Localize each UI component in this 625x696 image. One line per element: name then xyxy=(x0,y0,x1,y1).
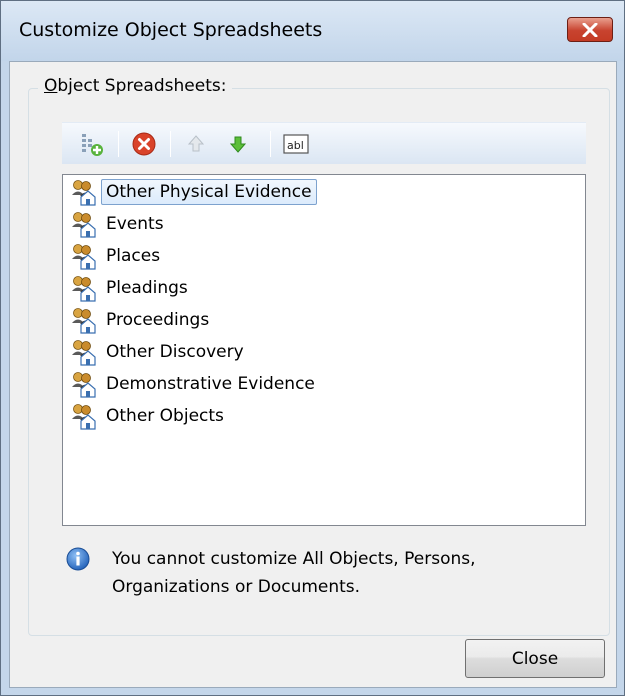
object-group-icon xyxy=(69,370,97,398)
delete-button[interactable] xyxy=(128,129,160,159)
add-spreadsheet-button[interactable] xyxy=(76,129,108,159)
object-group-icon xyxy=(69,402,97,430)
object-group-icon xyxy=(69,306,97,334)
list-item[interactable]: Places xyxy=(69,241,165,271)
list-item-label: Demonstrative Evidence xyxy=(106,374,315,394)
object-group-icon xyxy=(69,242,97,270)
spreadsheet-listbox[interactable]: Other Physical Evidence Events Places Pl… xyxy=(62,174,586,526)
list-item[interactable]: Proceedings xyxy=(69,305,214,335)
info-line-1: You cannot customize All Objects, Person… xyxy=(112,549,476,569)
window-title: Customize Object Spreadsheets xyxy=(19,19,323,41)
list-item-label: Other Objects xyxy=(106,406,224,426)
list-item[interactable]: Other Objects xyxy=(69,401,229,431)
group-label: Object Spreadsheets: xyxy=(38,76,233,96)
object-group-icon xyxy=(69,178,97,206)
list-item-label: Other Discovery xyxy=(106,342,244,362)
object-group-icon xyxy=(69,210,97,238)
window-close-button[interactable] xyxy=(567,17,613,42)
info-text: You cannot customize All Objects, Person… xyxy=(112,545,582,601)
rename-button[interactable]: abl xyxy=(280,129,312,159)
close-icon xyxy=(582,22,598,37)
move-up-button[interactable] xyxy=(180,129,212,159)
svg-text:abl: abl xyxy=(287,139,304,152)
list-item[interactable]: Pleadings xyxy=(69,273,193,303)
info-icon xyxy=(66,547,90,571)
move-down-button[interactable] xyxy=(222,129,254,159)
list-item-label: Proceedings xyxy=(106,310,210,330)
info-note: You cannot customize All Objects, Person… xyxy=(66,541,586,601)
object-group-icon xyxy=(69,338,97,366)
list-item[interactable]: Demonstrative Evidence xyxy=(69,369,320,399)
rename-icon: abl xyxy=(283,134,309,154)
list-item[interactable]: Other Physical Evidence xyxy=(69,177,317,207)
list-item[interactable]: Other Discovery xyxy=(69,337,249,367)
move-down-icon xyxy=(229,136,247,153)
list-item-label: Other Physical Evidence xyxy=(101,179,317,205)
delete-icon xyxy=(132,132,156,156)
list-item-label: Events xyxy=(106,214,164,234)
info-line-2: Organizations or Documents. xyxy=(112,577,361,597)
dialog-window: Customize Object Spreadsheets Object Spr… xyxy=(0,0,625,696)
object-group-icon xyxy=(69,274,97,302)
title-bar[interactable]: Customize Object Spreadsheets xyxy=(1,1,624,61)
dialog-client-area: Object Spreadsheets: abl Other Physical … xyxy=(9,61,617,688)
list-item[interactable]: Events xyxy=(69,209,169,239)
add-spreadsheet-icon xyxy=(82,134,103,156)
list-item-label: Pleadings xyxy=(106,278,188,298)
close-button[interactable]: Close xyxy=(465,639,605,678)
list-toolbar: abl xyxy=(62,122,586,164)
list-item-label: Places xyxy=(106,246,161,266)
move-up-icon xyxy=(187,135,205,152)
